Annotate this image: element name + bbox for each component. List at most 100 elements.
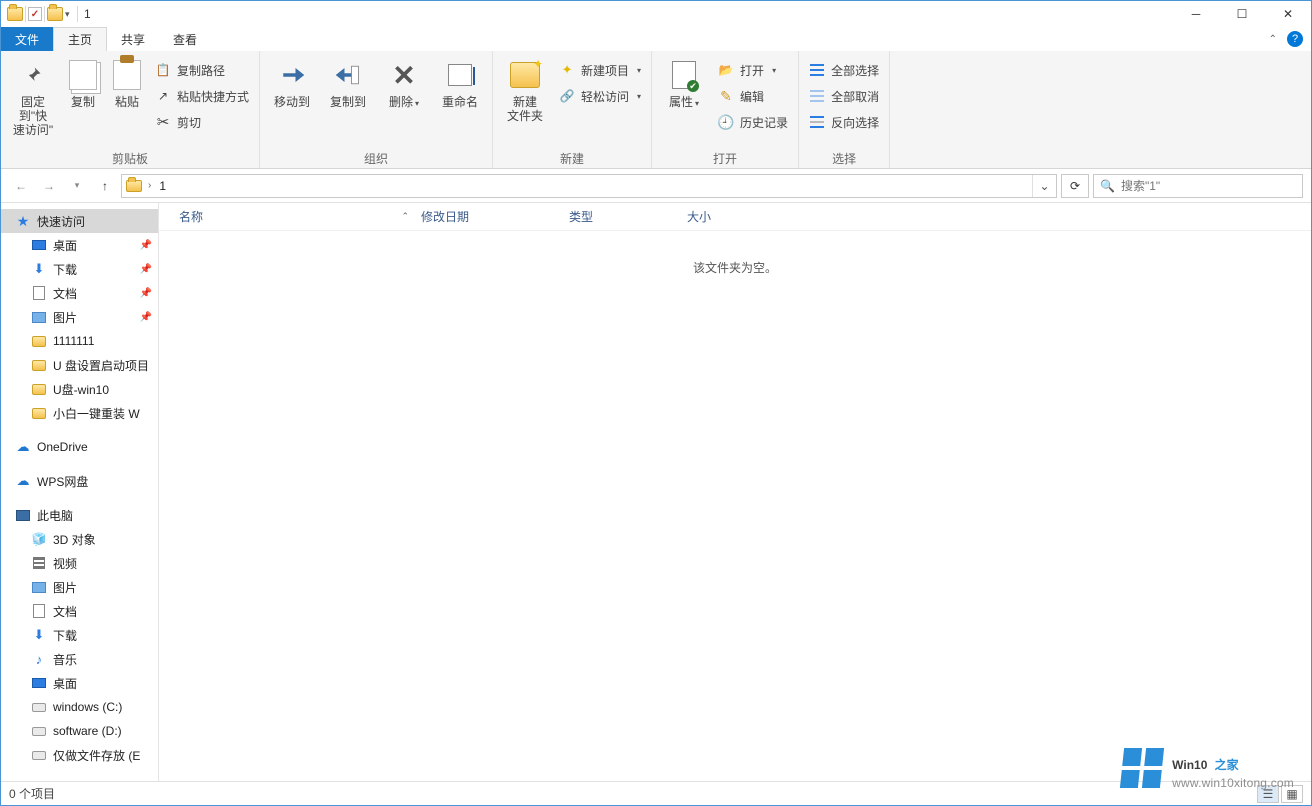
pc-icon — [15, 507, 31, 523]
column-size[interactable]: 大小 — [687, 208, 777, 225]
maximize-button[interactable]: ☐ — [1219, 1, 1265, 27]
breadcrumb-current[interactable]: 1 — [157, 179, 168, 193]
drive-icon — [31, 699, 47, 715]
tree-item[interactable]: ★快速访问 — [1, 209, 158, 233]
tab-view[interactable]: 查看 — [159, 27, 211, 51]
qat-customize-dropdown[interactable]: ▾ — [65, 9, 75, 20]
help-icon[interactable]: ? — [1287, 31, 1303, 47]
cloud-icon: ☁ — [15, 439, 31, 455]
tree-item[interactable]: ☁WPS网盘 — [1, 469, 158, 493]
drive-icon — [31, 747, 47, 763]
pin-to-quick-access-button[interactable]: 固定到"快 速访问" — [7, 55, 59, 137]
fold-icon — [31, 333, 47, 349]
tree-item[interactable]: 🧊3D 对象 — [1, 527, 158, 551]
sort-indicator-icon: ⌃ — [401, 211, 409, 222]
select-none-button[interactable]: 全部取消 — [805, 85, 883, 107]
invert-selection-button[interactable]: 反向选择 — [805, 111, 883, 133]
back-button[interactable]: ← — [9, 174, 33, 198]
tree-item[interactable]: software (D:) — [1, 719, 158, 743]
paste-button[interactable]: 粘贴 — [107, 55, 147, 109]
music-icon: ♪ — [31, 651, 47, 667]
collapse-ribbon-icon[interactable]: ⌃ — [1269, 34, 1277, 45]
select-all-button[interactable]: 全部选择 — [805, 59, 883, 81]
fold-icon — [31, 357, 47, 373]
tree-item[interactable]: ⬇ 下载 — [1, 623, 158, 647]
cut-button[interactable]: ✂剪切 — [151, 111, 253, 133]
properties-button[interactable]: 属性▾ — [658, 55, 710, 111]
tree-item[interactable]: 文档 📌 — [1, 281, 158, 305]
address-bar[interactable]: › 1 ⌄ — [121, 174, 1057, 198]
qat-newfolder-icon[interactable] — [47, 7, 63, 21]
file-list-pane: 名称⌃ 修改日期 类型 大小 该文件夹为空。 — [159, 203, 1311, 781]
move-to-button[interactable]: 移动到 — [266, 55, 318, 109]
tree-item-label: 文档 — [53, 285, 77, 302]
new-item-icon: ✦ — [559, 62, 575, 78]
tree-item-label: 图片 — [53, 579, 77, 596]
easy-access-button[interactable]: 🔗轻松访问▾ — [555, 85, 645, 107]
tab-file[interactable]: 文件 — [1, 27, 53, 51]
rename-button[interactable]: 重命名 — [434, 55, 486, 109]
minimize-button[interactable]: ─ — [1173, 1, 1219, 27]
delete-button[interactable]: ✕ 删除▾ — [378, 55, 430, 111]
tree-item[interactable]: windows (C:) — [1, 695, 158, 719]
tree-item-label: 桌面 — [53, 237, 77, 254]
column-name[interactable]: 名称⌃ — [179, 208, 421, 225]
search-input[interactable] — [1121, 179, 1296, 193]
tree-item[interactable]: ☁OneDrive — [1, 435, 158, 459]
edit-button[interactable]: ✎编辑 — [714, 85, 792, 107]
tree-item[interactable]: 桌面 — [1, 671, 158, 695]
up-button[interactable]: ↑ — [93, 174, 117, 198]
select-all-icon — [809, 62, 825, 78]
paste-icon — [113, 60, 141, 90]
history-button[interactable]: 🕘历史记录 — [714, 111, 792, 133]
tree-item[interactable]: 视频 — [1, 551, 158, 575]
recent-dropdown[interactable]: ▾ — [65, 174, 89, 198]
tree-item[interactable]: 仅做文件存放 (E — [1, 743, 158, 767]
dl-icon: ⬇ — [31, 627, 47, 643]
new-item-button[interactable]: ✦新建项目▾ — [555, 59, 645, 81]
ribbon: 固定到"快 速访问" 复制 粘贴 📋复制路径 ↗粘贴快捷方式 ✂剪切 剪贴板 — [1, 51, 1311, 169]
tree-item-label: 下载 — [53, 627, 77, 644]
tree-item[interactable]: 此电脑 — [1, 503, 158, 527]
tab-home[interactable]: 主页 — [53, 27, 107, 51]
tree-item[interactable]: ♪音乐 — [1, 647, 158, 671]
address-dropdown[interactable]: ⌄ — [1032, 175, 1056, 197]
pin-icon: 📌 — [140, 288, 152, 299]
tree-item[interactable]: U 盘设置启动项目 — [1, 353, 158, 377]
tree-item[interactable]: ⬇下载📌 — [1, 257, 158, 281]
tree-item[interactable]: 图片📌 — [1, 305, 158, 329]
drive-icon — [31, 723, 47, 739]
window-title: 1 — [84, 7, 91, 21]
details-view-button[interactable]: ☰ — [1257, 785, 1279, 803]
open-button[interactable]: 📂打开▾ — [714, 59, 792, 81]
breadcrumb-separator[interactable]: › — [146, 180, 153, 191]
tree-item[interactable]: U盘-win10 — [1, 377, 158, 401]
group-label: 打开 — [658, 150, 792, 166]
tree-item[interactable]: 图片 — [1, 575, 158, 599]
tree-item-label: 仅做文件存放 (E — [53, 747, 140, 764]
refresh-button[interactable]: ⟳ — [1061, 174, 1089, 198]
separator — [44, 6, 45, 22]
paste-shortcut-button[interactable]: ↗粘贴快捷方式 — [151, 85, 253, 107]
close-button[interactable]: ✕ — [1265, 1, 1311, 27]
tab-share[interactable]: 共享 — [107, 27, 159, 51]
search-box[interactable]: 🔍 — [1093, 174, 1303, 198]
tree-item[interactable]: 小白一键重装 W — [1, 401, 158, 425]
group-organize: 移动到 复制到 ✕ 删除▾ 重命名 组织 — [260, 51, 493, 168]
qat-properties-icon[interactable]: ✓ — [28, 7, 42, 21]
copy-path-button[interactable]: 📋复制路径 — [151, 59, 253, 81]
tree-item[interactable]: 1111111 — [1, 329, 158, 353]
copy-icon — [69, 60, 97, 90]
copy-button[interactable]: 复制 — [63, 55, 103, 109]
tree-item-label: 下载 — [53, 261, 77, 278]
forward-button[interactable]: → — [37, 174, 61, 198]
copy-to-button[interactable]: 复制到 — [322, 55, 374, 109]
column-date[interactable]: 修改日期 — [421, 208, 569, 225]
tree-item[interactable]: 文档 — [1, 599, 158, 623]
thumbnails-view-button[interactable]: ▦ — [1281, 785, 1303, 803]
column-type[interactable]: 类型 — [569, 208, 687, 225]
tree-item[interactable]: 桌面📌 — [1, 233, 158, 257]
navigation-tree[interactable]: ★快速访问桌面📌⬇下载📌 文档 📌 图片📌1111111U 盘设置启动项目U盘-win… — [1, 203, 159, 781]
new-folder-button[interactable]: 新建 文件夹 — [499, 55, 551, 123]
view-switcher: ☰ ▦ — [1257, 785, 1303, 803]
